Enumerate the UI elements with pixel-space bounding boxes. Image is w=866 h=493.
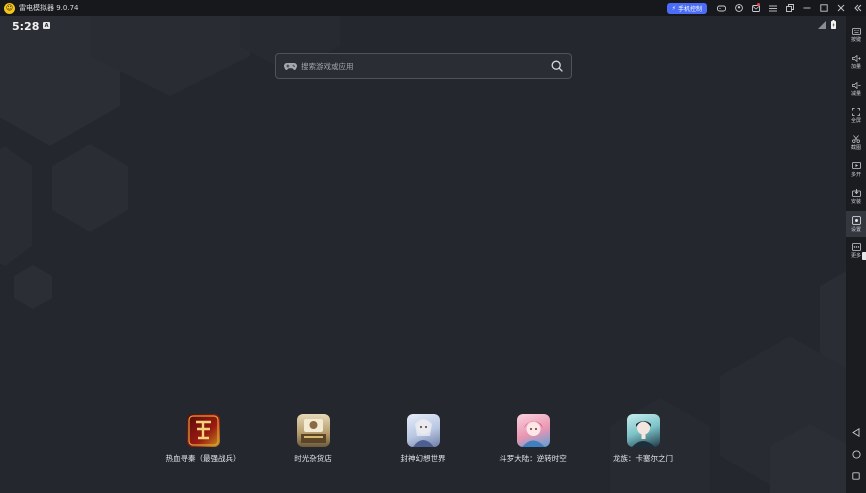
app-label: 时光杂货店: [294, 454, 332, 463]
minimize-icon[interactable]: [798, 0, 815, 16]
sidebar-item-label: 多开: [850, 172, 861, 178]
keyboard-icon: [851, 27, 861, 35]
battery-icon: [831, 20, 836, 29]
sidebar-item-volume-down[interactable]: 减量: [846, 76, 866, 102]
gamepad-icon[interactable]: [713, 0, 730, 16]
gamepad-icon: [284, 62, 297, 70]
sidebar-item-label: 设置: [850, 226, 861, 233]
sidebar-item-keymap[interactable]: 按键: [846, 22, 866, 48]
app-item[interactable]: 热血寻秦（最强战兵）: [148, 414, 258, 464]
title-bar: ☺ 雷电模拟器 9.0.74 ⚡ 手机控制: [0, 0, 866, 16]
sidebar-item-settings[interactable]: 设置: [846, 211, 866, 237]
sidebar-item-label: 更多: [850, 253, 861, 259]
sidebar-item-label: 截图: [850, 145, 861, 151]
sidebar-item-install[interactable]: 安装: [846, 184, 866, 210]
user-icon[interactable]: [730, 0, 747, 16]
app-logo-icon: ☺: [4, 2, 15, 14]
app-label: 龙族：卡塞尔之门: [613, 454, 673, 463]
maximize-icon[interactable]: [815, 0, 832, 16]
android-screen[interactable]: 5:28 A 搜索游戏或应用 热血寻秦（最强战兵） 时光杂货店 封神幻想世界 斗…: [0, 16, 846, 493]
app-icon-shiguang[interactable]: [296, 414, 330, 447]
search-input[interactable]: 搜索游戏或应用: [301, 61, 551, 72]
remote-control-button[interactable]: ⚡ 手机控制: [666, 2, 707, 14]
sidebar-item-label: 按键: [850, 36, 861, 43]
app-item[interactable]: 龙族：卡塞尔之门: [588, 414, 698, 464]
app-item[interactable]: 时光杂货店: [258, 414, 368, 464]
sidebar-item-fullscreen[interactable]: 全屏: [846, 103, 866, 129]
sidebar-item-label: 加量: [850, 63, 861, 70]
back-icon[interactable]: [846, 424, 866, 440]
app-item[interactable]: 斗罗大陆：逆转时空: [478, 414, 588, 464]
notification-dot: [757, 3, 760, 6]
multi-instance-icon: [851, 162, 861, 169]
sidebar-item-label: 全屏: [850, 118, 861, 124]
app-label: 热血寻秦（最强战兵）: [165, 454, 241, 463]
app-icon-longzu[interactable]: [626, 414, 660, 447]
home-icon[interactable]: [846, 446, 866, 462]
restore-icon[interactable]: [781, 0, 798, 16]
sidebar-item-more[interactable]: 更多: [846, 238, 866, 264]
close-icon[interactable]: [832, 0, 849, 16]
window-title: 雷电模拟器 9.0.74: [19, 4, 79, 12]
search-bar[interactable]: 搜索游戏或应用: [275, 53, 572, 79]
scissors-icon: [852, 135, 860, 143]
app-label: 斗罗大陆：逆转时空: [499, 454, 567, 463]
app-icon-rexue[interactable]: [186, 414, 220, 447]
app-dock: 热血寻秦（最强战兵） 时光杂货店 封神幻想世界 斗罗大陆：逆转时空 龙族：卡塞尔…: [0, 414, 846, 474]
emulator-window: ☺ 雷电模拟器 9.0.74 ⚡ 手机控制 5:28 A 搜索游戏或应用 热血寻…: [0, 0, 866, 493]
search-icon[interactable]: [551, 60, 563, 72]
sidebar-item-label: 减量: [850, 90, 861, 97]
remote-control-label: 手机控制: [677, 5, 702, 13]
fullscreen-icon: [852, 108, 860, 116]
mail-icon[interactable]: [747, 0, 764, 16]
volume-up-icon: [851, 54, 861, 62]
lightning-icon: ⚡: [671, 4, 676, 12]
recents-icon[interactable]: [846, 468, 866, 484]
status-right: [818, 20, 836, 29]
settings-icon: [851, 215, 861, 225]
signal-icon: [818, 20, 826, 29]
app-icon-fengshen[interactable]: [406, 414, 440, 447]
sidebar-item-volume-up[interactable]: 加量: [846, 49, 866, 75]
app-icon-douluo[interactable]: [516, 414, 550, 447]
collapse-icon[interactable]: [849, 0, 866, 16]
app-label: 封神幻想世界: [400, 454, 446, 463]
sidebar-item-screenshot[interactable]: 截图: [846, 130, 866, 156]
more-icon: [851, 243, 861, 251]
sidebar-item-multi-instance[interactable]: 多开: [846, 157, 866, 183]
install-icon: [851, 189, 861, 197]
status-time: 5:28: [12, 20, 40, 33]
notification-icon: A: [43, 22, 50, 29]
sidebar-item-label: 安装: [850, 199, 861, 205]
app-item[interactable]: 封神幻想世界: [368, 414, 478, 464]
volume-down-icon: [851, 81, 861, 89]
right-toolbar: 按键 加量 减量 全屏 截图 多开 安装 设置 更多: [846, 16, 866, 493]
menu-icon[interactable]: [764, 0, 781, 16]
